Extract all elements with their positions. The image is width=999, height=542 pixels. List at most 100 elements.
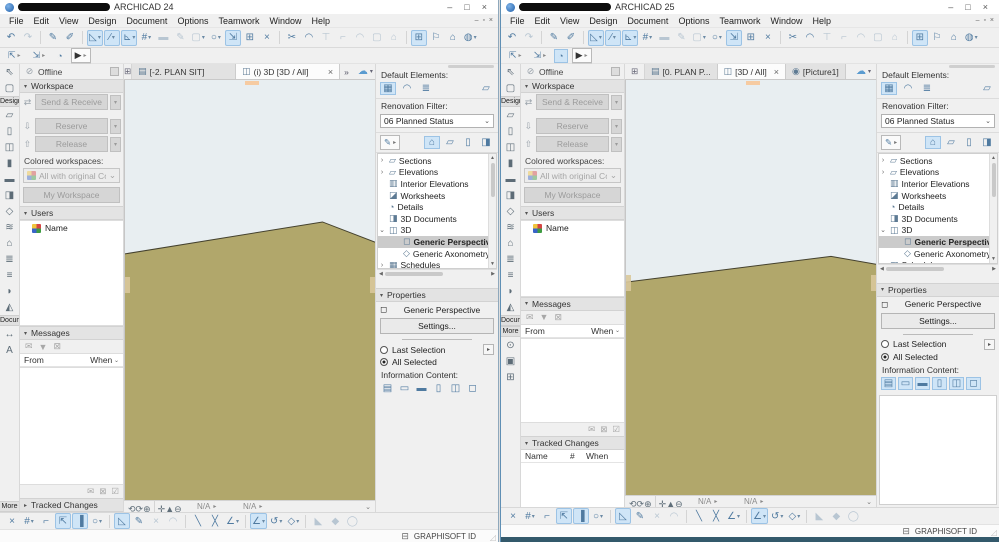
cursor-snap-icon[interactable]: ◺ (615, 508, 631, 524)
minimize-button[interactable]: – (447, 2, 452, 12)
maximize-button[interactable]: □ (965, 2, 970, 12)
messages-header[interactable]: ▾ Messages (521, 296, 624, 311)
properties-header[interactable]: ▾ Properties (877, 282, 999, 297)
library-manager-icon[interactable]: ◍ ▾ (462, 30, 479, 46)
menu-item[interactable]: Window (765, 16, 807, 26)
aux-c-icon[interactable]: ◣ (811, 508, 827, 524)
info-camera-icon[interactable]: ◻ (966, 376, 981, 390)
info-text-icon[interactable]: ▭ (397, 382, 412, 395)
scroll-corner-icon[interactable]: ⌄ (365, 503, 371, 511)
drawing-tool-icon[interactable]: ⊞ (501, 369, 520, 385)
library-manager-icon[interactable]: ◍ ▾ (963, 30, 980, 46)
menu-item[interactable]: Teamwork (714, 16, 765, 26)
marquee-icon[interactable]: ▢ ▾ (690, 30, 707, 46)
tree-item-details[interactable]: ◔ Details (378, 201, 488, 213)
expander-icon[interactable]: ⌄ (378, 226, 386, 234)
suspend-groups-icon[interactable]: ○ ▾ (709, 30, 725, 46)
all-selected-radio[interactable]: All Selected (877, 351, 999, 363)
zoom-level-combo[interactable]: N/A ▸ (687, 497, 729, 506)
aux-e-icon[interactable]: ◯ (845, 508, 861, 524)
workspace-color-select[interactable]: All with original Color ⌄ (524, 168, 621, 183)
my-workspace-button[interactable]: My Workspace (524, 187, 621, 203)
arrow-tool-icon[interactable]: ⇖ (501, 64, 520, 80)
column-tool-icon[interactable]: ▮ (501, 155, 520, 171)
messages-list[interactable] (20, 367, 123, 485)
all-selected-radio[interactable]: All Selected (376, 356, 498, 368)
grid-snap-icon[interactable]: # ▾ (21, 513, 37, 529)
gravity-icon[interactable]: ⊾ ▾ (121, 29, 138, 46)
renovation-filter-select[interactable]: 06 Planned Status ⌄ (380, 114, 494, 128)
ortho-icon[interactable]: ⌐ (539, 508, 555, 524)
minimize-button[interactable]: – (948, 2, 953, 12)
adjust-icon[interactable]: ◠ (301, 30, 317, 46)
slab-tool-icon[interactable]: ◨ (501, 187, 520, 203)
undo-icon[interactable]: ↶ (3, 30, 19, 46)
teamwork-settings-button[interactable] (110, 67, 119, 76)
pet-palette-button[interactable]: ⇱ ▸ (4, 48, 25, 63)
fillet-icon[interactable]: ◠ (853, 30, 869, 46)
my-workspace-button[interactable]: My Workspace (23, 187, 120, 203)
last-selection-radio[interactable]: Last Selection ▸ (877, 338, 999, 351)
tree-item-elevations[interactable]: › ▱ Elevations (879, 167, 989, 179)
users-list[interactable]: Name (20, 220, 123, 327)
expander-icon[interactable]: › (879, 157, 887, 164)
teamwork-settings-button[interactable] (611, 67, 620, 76)
snap-guides-icon[interactable]: ⇱ (55, 513, 71, 529)
radio-icon[interactable] (380, 358, 388, 366)
tree-hscrollbar[interactable]: ◀ ▶ (377, 269, 497, 278)
morph-tool-icon[interactable]: ◭ (501, 299, 520, 315)
tree-item-generic-perspective[interactable]: ◻ Generic Perspective (879, 236, 989, 248)
suspend-lock-icon[interactable]: ○ ▾ (590, 508, 606, 524)
pick-up-parameters-icon[interactable]: ✎ (546, 30, 562, 46)
figure-tool-icon[interactable]: ▣ (501, 353, 520, 369)
tree-scrollbar[interactable]: ▲ ▼ (488, 154, 496, 268)
info-box-icon[interactable]: ▯ (431, 382, 446, 395)
toolbox-section-design[interactable]: Design (501, 96, 520, 107)
door-tool-icon[interactable]: ▯ (501, 123, 520, 139)
orientation-combo[interactable]: N/A ▸ (232, 502, 274, 511)
arrow-tool-button[interactable]: ▶ ▸ (571, 48, 592, 63)
snap-cross-icon[interactable]: ╳ (207, 513, 223, 529)
close-button[interactable]: × (983, 2, 988, 12)
window-tool-icon[interactable]: ◫ (501, 139, 520, 155)
tab-3d[interactable]: ◫ [3D / All] × (717, 64, 786, 79)
stretch-icon[interactable]: ▢ (369, 30, 385, 46)
beam-tool-icon[interactable]: ▬ (501, 171, 520, 187)
snap-line-icon[interactable]: ╲ (190, 513, 206, 529)
printer-icon[interactable]: ⊟ (401, 531, 409, 542)
toolbox-section-document[interactable]: Docum (0, 315, 19, 326)
project-map-icon[interactable]: ⌂ (424, 136, 440, 149)
aux-a-icon[interactable]: × (148, 513, 164, 529)
menu-item[interactable]: Edit (530, 16, 556, 26)
tree-hscrollbar[interactable]: ◀ ▶ (878, 263, 998, 273)
set-square-icon[interactable]: ◺ ▾ (588, 29, 604, 46)
schedule-icon[interactable]: ⊞ (242, 30, 258, 46)
menu-item[interactable]: Document (121, 16, 172, 26)
ping-icon[interactable]: ▼ (540, 312, 549, 322)
origin-icon[interactable]: × (4, 513, 20, 529)
tree-item-worksheets[interactable]: ◪ Worksheets (378, 190, 488, 202)
pen-set-button[interactable]: ✎ ▸ (380, 135, 401, 150)
3d-viewport[interactable] (625, 80, 876, 495)
hotspot-tool-icon[interactable]: ⊙ (501, 337, 520, 353)
layout-book-icon[interactable]: ▯ (961, 136, 977, 149)
magic-wand-icon[interactable]: ◇ ▾ (285, 513, 301, 529)
info-box-icon[interactable]: ▯ (932, 376, 947, 390)
workspace-header[interactable]: ▾ Workspace (521, 79, 624, 93)
railing-tool-icon[interactable]: ≡ (501, 267, 520, 283)
tracked-changes-header[interactable]: ▸ Tracked Changes (20, 498, 123, 512)
info-id-icon[interactable]: ▤ (881, 376, 896, 390)
wall-tool-icon[interactable]: ▱ (501, 107, 520, 123)
quick-layers-icon[interactable]: ⊞ (911, 29, 928, 46)
toolbox-section-design[interactable]: Design (0, 96, 19, 107)
settings-button[interactable]: Settings... (881, 312, 995, 329)
tree-item-worksheets[interactable]: ◪ Worksheets (879, 190, 989, 202)
tracker-button[interactable]: ⇲ ▸ (530, 48, 551, 63)
tree-item-3d[interactable]: ⌄ ◫ 3D (879, 225, 989, 237)
favorites-icon[interactable]: ⌂ (946, 30, 962, 46)
markup-icon[interactable]: ⚐ (929, 30, 945, 46)
3d-viewport[interactable] (124, 80, 375, 500)
pet-palette-button[interactable]: ⇱ ▸ (505, 48, 526, 63)
tree-item-generic-perspective[interactable]: ◻ Generic Perspective (378, 236, 488, 248)
dimension-tool-icon[interactable]: ↔ (0, 326, 19, 342)
